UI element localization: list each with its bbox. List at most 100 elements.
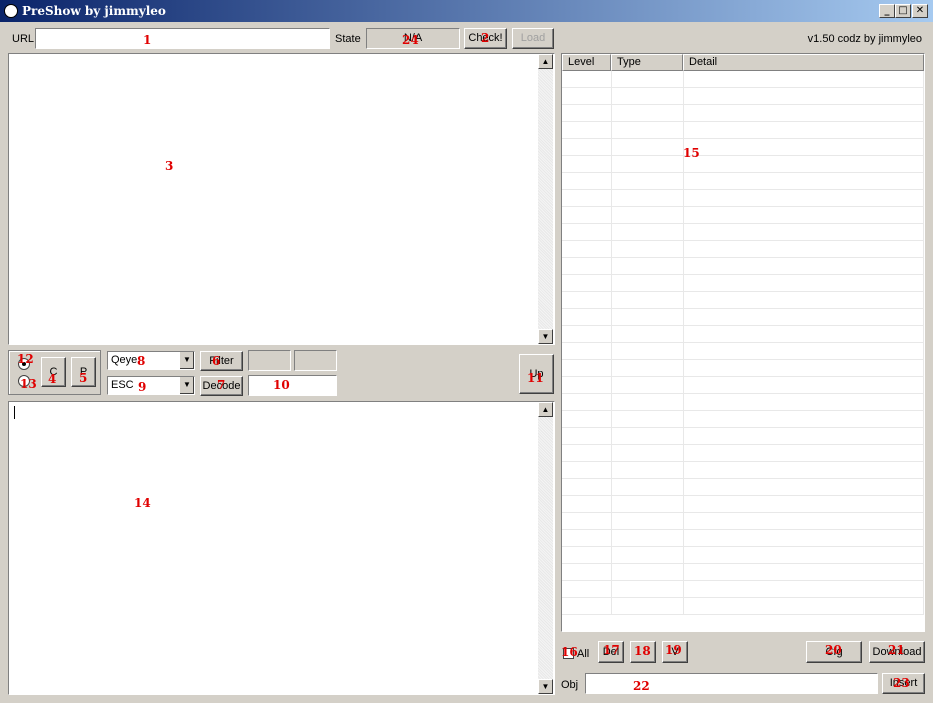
list-row[interactable] xyxy=(562,309,924,326)
list-row[interactable] xyxy=(562,88,924,105)
list-cell xyxy=(612,275,684,291)
annotation-16: 16 xyxy=(561,645,578,659)
annotation-1: 1 xyxy=(143,33,152,47)
list-row[interactable] xyxy=(562,207,924,224)
list-cell xyxy=(562,190,612,206)
list-cell xyxy=(612,513,684,529)
load-button[interactable]: Load xyxy=(512,28,554,49)
list-cell xyxy=(684,241,924,257)
list-cell xyxy=(684,598,924,614)
scroll-up-icon[interactable]: ▲ xyxy=(538,402,553,417)
scroll-down-icon[interactable]: ▼ xyxy=(538,679,553,694)
combo-mode-select[interactable]: Qeye ▼ xyxy=(107,351,195,370)
list-row[interactable] xyxy=(562,360,924,377)
list-cell xyxy=(562,598,612,614)
annotation-3: 3 xyxy=(165,159,174,173)
response-textarea[interactable]: ▲ ▼ xyxy=(8,53,555,345)
list-row[interactable] xyxy=(562,275,924,292)
column-detail[interactable]: Detail xyxy=(683,54,924,71)
list-cell xyxy=(612,564,684,580)
vertical-scrollbar[interactable]: ▲ ▼ xyxy=(538,54,553,344)
list-cell xyxy=(612,530,684,546)
list-cell xyxy=(684,530,924,546)
list-cell xyxy=(612,173,684,189)
list-cell xyxy=(684,445,924,461)
list-cell xyxy=(684,547,924,563)
list-cell xyxy=(612,105,684,121)
list-row[interactable] xyxy=(562,564,924,581)
list-cell xyxy=(612,88,684,104)
list-row[interactable] xyxy=(562,71,924,88)
combo-mode-value: Qeye xyxy=(111,354,138,366)
list-cell xyxy=(562,275,612,291)
list-row[interactable] xyxy=(562,122,924,139)
list-row[interactable] xyxy=(562,496,924,513)
title-bar[interactable]: PreShow by jimmyleo _ □ ✕ xyxy=(0,0,933,22)
list-cell xyxy=(612,445,684,461)
list-cell xyxy=(562,309,612,325)
result-listview[interactable]: Level Type Detail xyxy=(561,53,925,632)
list-row[interactable] xyxy=(562,428,924,445)
url-label: URL xyxy=(12,33,35,45)
combo-encoding-select[interactable]: ESC ▼ xyxy=(107,376,195,395)
list-row[interactable] xyxy=(562,105,924,122)
annotation-8: 8 xyxy=(137,354,146,368)
list-row[interactable] xyxy=(562,445,924,462)
list-cell xyxy=(562,360,612,376)
list-cell xyxy=(684,343,924,359)
list-row[interactable] xyxy=(562,139,924,156)
list-row[interactable] xyxy=(562,479,924,496)
list-cell xyxy=(562,139,612,155)
list-cell xyxy=(684,479,924,495)
list-row[interactable] xyxy=(562,343,924,360)
column-level[interactable]: Level xyxy=(562,54,611,71)
list-row[interactable] xyxy=(562,156,924,173)
version-label: v1.50 codz by jimmyleo xyxy=(807,33,922,45)
list-row[interactable] xyxy=(562,326,924,343)
annotation-2: 2 xyxy=(481,31,490,45)
annotation-9: 9 xyxy=(138,380,147,394)
decode-input[interactable] xyxy=(248,375,337,396)
output-textarea[interactable]: ▲ ▼ xyxy=(8,401,555,695)
annotation-22: 22 xyxy=(633,679,650,693)
url-input[interactable] xyxy=(35,28,330,49)
list-cell xyxy=(562,71,612,87)
list-row[interactable] xyxy=(562,173,924,190)
list-cell xyxy=(562,207,612,223)
list-cell xyxy=(612,360,684,376)
scroll-up-icon[interactable]: ▲ xyxy=(538,54,553,69)
list-row[interactable] xyxy=(562,394,924,411)
all-label: All xyxy=(577,648,590,660)
list-row[interactable] xyxy=(562,547,924,564)
list-row[interactable] xyxy=(562,377,924,394)
annotation-13: 13 xyxy=(20,377,37,391)
list-row[interactable] xyxy=(562,411,924,428)
list-row[interactable] xyxy=(562,462,924,479)
scroll-down-icon[interactable]: ▼ xyxy=(538,329,553,344)
list-row[interactable] xyxy=(562,513,924,530)
status-field-1 xyxy=(248,350,291,371)
list-cell xyxy=(562,173,612,189)
list-row[interactable] xyxy=(562,258,924,275)
list-cell xyxy=(562,343,612,359)
list-cell xyxy=(562,88,612,104)
list-row[interactable] xyxy=(562,224,924,241)
chevron-down-icon[interactable]: ▼ xyxy=(179,377,194,394)
column-type[interactable]: Type xyxy=(611,54,683,71)
list-row[interactable] xyxy=(562,292,924,309)
close-button[interactable]: ✕ xyxy=(912,4,928,18)
list-row[interactable] xyxy=(562,190,924,207)
list-row[interactable] xyxy=(562,598,924,615)
maximize-button[interactable]: □ xyxy=(895,4,911,18)
filter-button[interactable]: Filter xyxy=(200,351,243,371)
list-cell xyxy=(684,156,924,172)
vertical-scrollbar[interactable]: ▲ ▼ xyxy=(538,402,553,694)
list-row[interactable] xyxy=(562,530,924,547)
list-cell xyxy=(612,190,684,206)
minimize-button[interactable]: _ xyxy=(879,4,895,18)
list-row[interactable] xyxy=(562,581,924,598)
list-row[interactable] xyxy=(562,241,924,258)
obj-input[interactable] xyxy=(585,673,878,694)
chevron-down-icon[interactable]: ▼ xyxy=(179,352,194,369)
list-cell xyxy=(684,139,924,155)
